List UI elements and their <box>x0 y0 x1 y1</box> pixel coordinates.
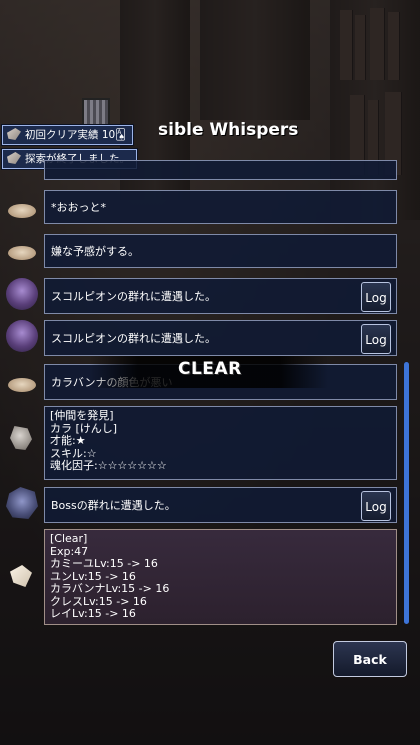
achievement-toast: 初回クリア実績 10🂡 <box>2 125 133 145</box>
message-card: スコルピオンの群れに遭遇した。 Log <box>44 278 397 314</box>
feed-scrollbar[interactable] <box>404 362 409 624</box>
message-card: 嫌な予感がする。 <box>44 234 397 268</box>
rock-icon <box>10 426 32 450</box>
plate-icon <box>8 204 36 218</box>
plate-icon <box>8 246 36 260</box>
page-title: sible Whispers <box>158 120 299 140</box>
boss-icon <box>6 487 38 519</box>
scorpion-icon <box>6 278 38 310</box>
log-button[interactable]: Log <box>361 324 391 354</box>
message-card: *おおっと* <box>44 190 397 224</box>
message-card <box>44 160 397 180</box>
back-button[interactable]: Back <box>333 641 407 677</box>
plate-icon <box>8 378 36 392</box>
paper-icon <box>10 565 32 587</box>
message-feed[interactable]: *おおっと* 嫌な予感がする。 スコルピオンの群れに遭遇した。 Log スコルピ… <box>0 160 420 630</box>
log-button[interactable]: Log <box>361 282 391 312</box>
log-button[interactable]: Log <box>361 491 391 521</box>
clear-banner: CLEAR <box>90 356 328 388</box>
result-card: [Clear] Exp:47 カミーユLv:15 -> 16 ユンLv:15 -… <box>44 529 397 625</box>
message-card: Bossの群れに遭遇した。 Log <box>44 487 397 523</box>
feather-icon <box>7 128 21 140</box>
message-card: スコルピオンの群れに遭遇した。 Log <box>44 320 397 356</box>
ally-found-card: [仲間を発見] カラ [けんし] 才能:★ スキル:☆ 魂化因子:☆☆☆☆☆☆☆ <box>44 406 397 480</box>
scorpion-icon <box>6 320 38 352</box>
